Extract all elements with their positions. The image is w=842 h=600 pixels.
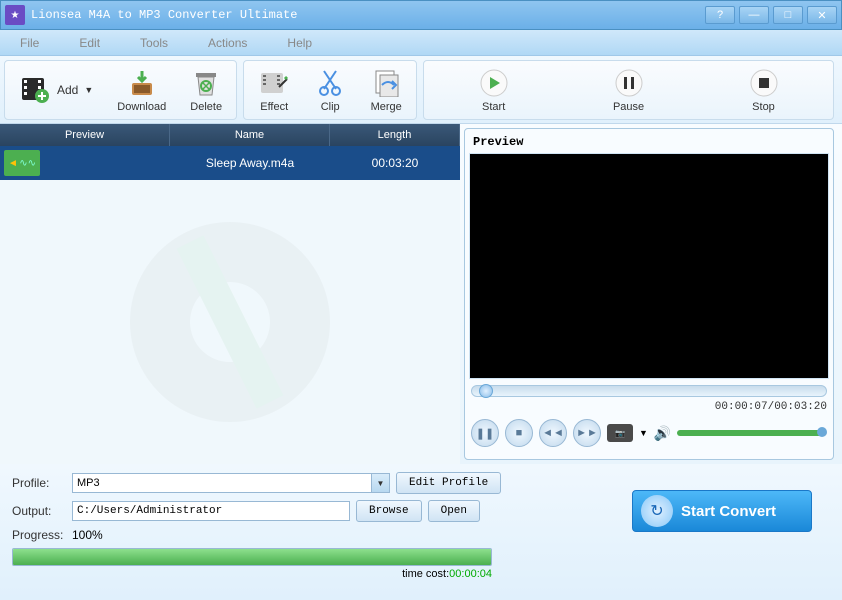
delete-label: Delete <box>190 101 222 113</box>
clip-icon <box>314 67 346 99</box>
progress-fill <box>13 549 491 565</box>
profile-label: Profile: <box>12 476 72 490</box>
list-header: Preview Name Length <box>0 124 460 146</box>
app-title: Lionsea M4A to MP3 Converter Ultimate <box>31 8 705 22</box>
preview-panel: Preview 00:00:07/00:03:20 ❚❚ ■ ◄◄ ►► 📷 ▼… <box>460 124 842 464</box>
titlebar: ★ Lionsea M4A to MP3 Converter Ultimate … <box>0 0 842 30</box>
progress-bar <box>12 548 492 566</box>
effect-icon <box>258 67 290 99</box>
close-button[interactable]: ✕ <box>807 6 837 24</box>
header-preview[interactable]: Preview <box>0 124 170 146</box>
browse-button[interactable]: Browse <box>356 500 422 522</box>
effect-button[interactable]: Effect <box>246 63 302 117</box>
header-length[interactable]: Length <box>330 124 460 146</box>
merge-icon <box>370 67 402 99</box>
cell-length: 00:03:20 <box>330 156 460 170</box>
delete-icon <box>190 67 222 99</box>
volume-icon[interactable]: 🔊 <box>654 425 671 442</box>
add-label: Add <box>57 83 78 97</box>
add-film-icon <box>19 74 51 106</box>
download-icon <box>126 67 158 99</box>
seek-slider[interactable] <box>471 385 827 397</box>
menu-actions[interactable]: Actions <box>208 36 247 50</box>
profile-dropdown-icon[interactable]: ▼ <box>372 473 390 493</box>
menu-file[interactable]: File <box>20 36 39 50</box>
convert-icon: ↻ <box>641 495 673 527</box>
edit-profile-button[interactable]: Edit Profile <box>396 472 501 494</box>
time-cost-label: time cost: <box>402 568 449 580</box>
time-cost-value: 00:00:04 <box>449 568 492 580</box>
volume-slider[interactable] <box>677 430 827 436</box>
player-forward-button[interactable]: ►► <box>573 419 601 447</box>
preview-title: Preview <box>469 133 829 153</box>
clip-button[interactable]: Clip <box>302 63 358 117</box>
clip-label: Clip <box>321 101 340 113</box>
play-icon <box>478 67 510 99</box>
stop-button[interactable]: Stop <box>736 63 792 117</box>
output-path-input[interactable] <box>72 501 350 521</box>
stop-icon <box>748 67 780 99</box>
player-pause-button[interactable]: ❚❚ <box>471 419 499 447</box>
merge-label: Merge <box>371 101 402 113</box>
merge-button[interactable]: Merge <box>358 63 414 117</box>
seek-handle[interactable] <box>479 384 493 398</box>
pause-icon <box>613 67 645 99</box>
progress-label: Progress: <box>12 528 72 542</box>
list-empty-area <box>0 180 460 464</box>
video-preview[interactable] <box>469 153 829 379</box>
menu-tools[interactable]: Tools <box>140 36 168 50</box>
minimize-button[interactable]: — <box>739 6 769 24</box>
output-label: Output: <box>12 504 72 518</box>
toolbar: Add ▼ Download Delete Effect Clip Merge … <box>0 56 842 124</box>
download-button[interactable]: Download <box>105 63 178 117</box>
app-icon: ★ <box>5 5 25 25</box>
profile-select[interactable]: MP3 <box>72 473 372 493</box>
time-display: 00:00:07/00:03:20 <box>469 399 829 415</box>
start-label: Start <box>482 101 505 113</box>
start-button[interactable]: Start <box>466 63 522 117</box>
menubar: File Edit Tools Actions Help <box>0 30 842 56</box>
effect-label: Effect <box>260 101 288 113</box>
snapshot-dropdown-icon[interactable]: ▼ <box>639 428 648 438</box>
pause-label: Pause <box>613 101 644 113</box>
snapshot-button[interactable]: 📷 <box>607 424 633 442</box>
audio-file-icon <box>4 150 40 176</box>
stop-label: Stop <box>752 101 775 113</box>
start-convert-button[interactable]: ↻ Start Convert <box>632 490 812 532</box>
cell-name: Sleep Away.m4a <box>170 156 330 170</box>
download-label: Download <box>117 101 166 113</box>
menu-edit[interactable]: Edit <box>79 36 100 50</box>
add-button[interactable]: Add ▼ <box>7 63 105 117</box>
menu-help[interactable]: Help <box>287 36 312 50</box>
list-row[interactable]: Sleep Away.m4a 00:03:20 <box>0 146 460 180</box>
open-button[interactable]: Open <box>428 500 480 522</box>
volume-handle[interactable] <box>817 427 827 437</box>
maximize-button[interactable]: □ <box>773 6 803 24</box>
whatsthis-button[interactable]: ? <box>705 6 735 24</box>
dropdown-arrow-icon: ▼ <box>84 85 93 95</box>
convert-label: Start Convert <box>681 503 776 520</box>
player-stop-button[interactable]: ■ <box>505 419 533 447</box>
progress-value: 100% <box>72 528 103 542</box>
file-list: Preview Name Length Sleep Away.m4a 00:03… <box>0 124 460 464</box>
bottom-panel: Profile: MP3 ▼ Edit Profile Output: Brow… <box>0 464 842 600</box>
pause-button[interactable]: Pause <box>601 63 657 117</box>
header-name[interactable]: Name <box>170 124 330 146</box>
delete-button[interactable]: Delete <box>178 63 234 117</box>
player-rewind-button[interactable]: ◄◄ <box>539 419 567 447</box>
